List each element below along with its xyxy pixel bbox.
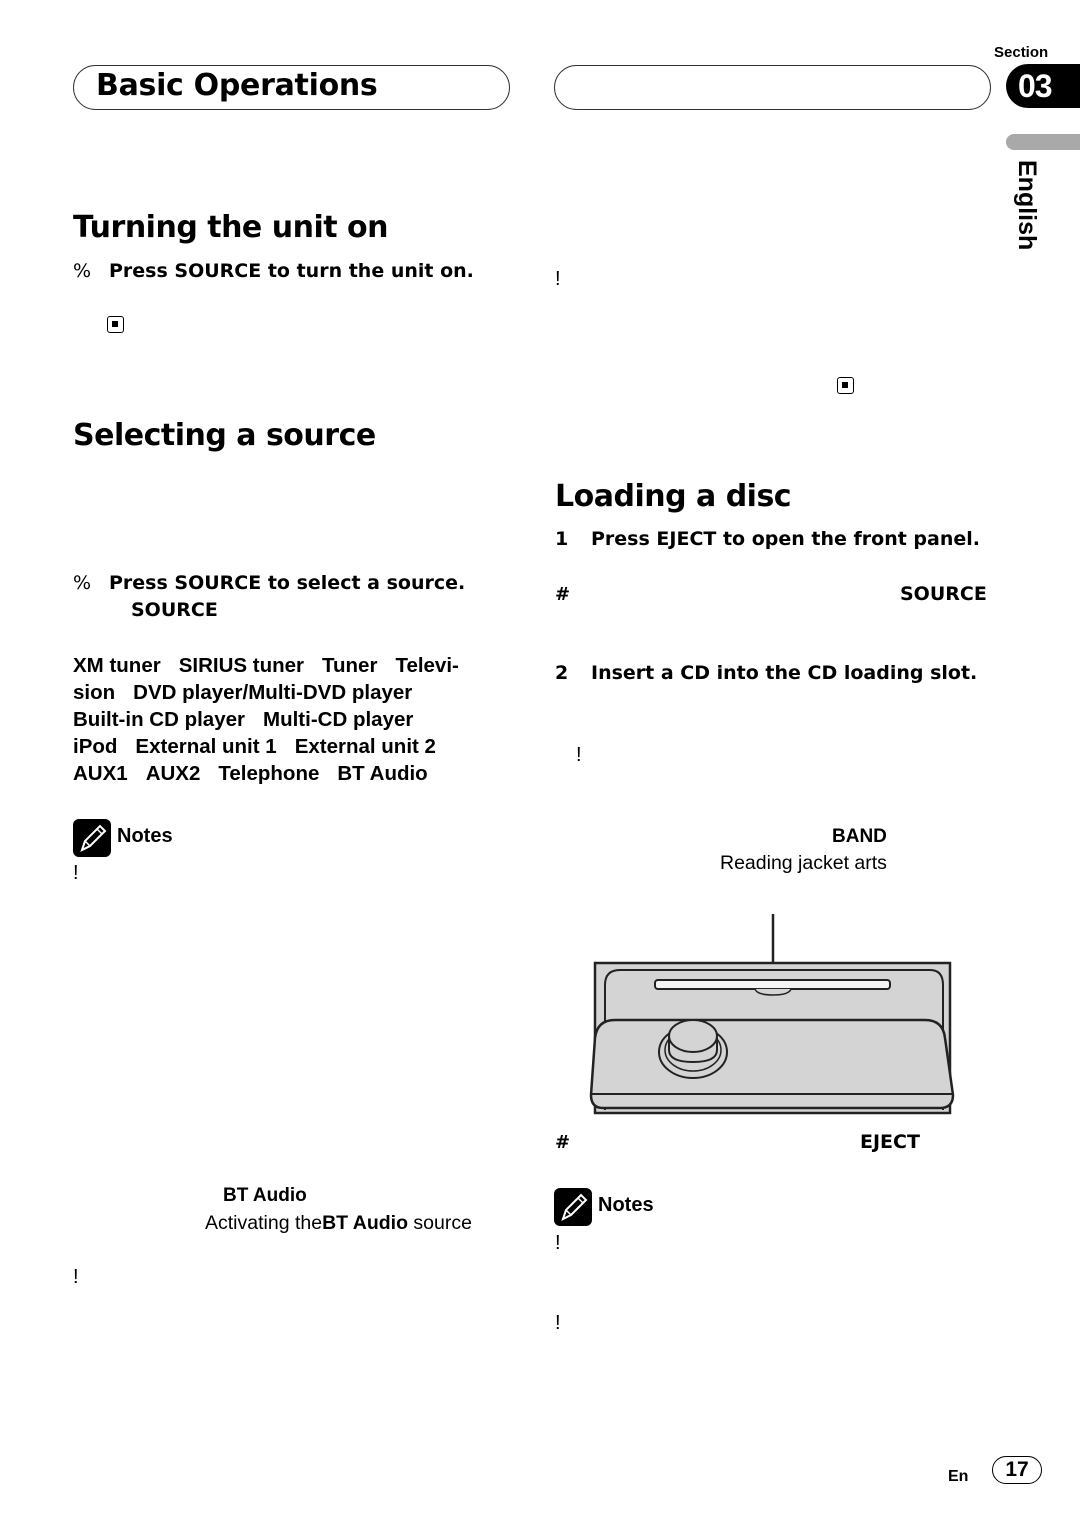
source-list: XM tuner SIRIUS tuner Tuner Televi- sion DVD… [73,652,513,787]
source-item: BT Audio [337,762,428,785]
source-item: External unit 2 [294,735,436,758]
language-bar [1006,134,1080,150]
end-of-section-icon [107,316,124,333]
source-item: sion [73,681,116,704]
note-bullet: ! [576,744,582,766]
ref-prefix: Activating the [205,1212,323,1234]
source-item: AUX1 [73,762,128,785]
turning-on-step: % Press SOURCE to turn the unit on. [73,260,474,282]
bt-audio-keyword: BT Audio [223,1185,307,1206]
language-tab: English [1013,160,1041,251]
step-marker: % [73,260,92,282]
step-marker: % [73,572,92,594]
step-text: Insert a CD into the CD loading slot. [591,662,978,684]
band-keyword: BAND [832,826,887,847]
source-item: iPod [73,735,118,758]
cd-slot-illustration [589,914,955,1115]
footer-language: En [948,1468,969,1485]
source-item: Televi- [395,654,459,677]
hash-marker: # [555,1132,571,1153]
source-item: Built-in CD player [73,708,245,731]
source-item: Telephone [218,762,320,785]
source-item: Multi-CD player [263,708,414,731]
notes-pencil-icon [73,819,111,857]
source-item: External unit 1 [135,735,277,758]
end-of-section-icon [837,377,854,394]
ref-keyword: BT Audio [322,1212,408,1234]
chapter-title: Basic Operations [96,68,378,103]
empty-header-frame [554,65,991,110]
step-text: Press SOURCE to select a source. [109,572,466,594]
cross-reference: Activating theBT Audio source [205,1212,472,1235]
source-item: SIRIUS tuner [178,654,304,677]
turning-on-heading: Turning the unit on [73,210,388,245]
step-number: 2 [555,662,569,684]
note-bullet: ! [73,1266,79,1288]
note-bullet: ! [555,268,561,290]
selecting-source-heading: Selecting a source [73,418,376,453]
loading-step-2: 2 Insert a CD into the CD loading slot. [555,662,977,684]
loading-step-1: 1 Press EJECT to open the front panel. [555,528,980,550]
ref-suffix: source [413,1212,472,1234]
selecting-source-step: % Press SOURCE to select a source. [73,572,465,594]
source-item: Tuner [322,654,378,677]
notes-label: Notes [117,825,173,847]
source-item: AUX2 [145,762,201,785]
section-label: Section [994,44,1049,61]
source-keyword: SOURCE [131,599,218,621]
notes-pencil-icon [554,1188,592,1226]
notes-label: Notes [598,1194,654,1216]
source-item: DVD player/Multi-DVD player [133,681,413,704]
source-item: XM tuner [73,654,161,677]
page-number: 17 [992,1456,1042,1484]
hash-marker: # [555,584,571,605]
loading-disc-heading: Loading a disc [555,479,792,514]
cross-reference: Reading jacket arts [720,852,887,874]
section-number-tab: 03 [1006,64,1080,108]
slot-tab [754,988,792,996]
step-text: Press EJECT to open the front panel. [591,528,980,550]
note-bullet: ! [555,1312,561,1334]
note-bullet: ! [555,1232,561,1254]
cd-slot [654,979,891,990]
note-bullet: ! [73,862,79,884]
step-text: Press SOURCE to turn the unit on. [109,260,474,282]
eject-keyword: EJECT [860,1131,920,1153]
source-keyword: SOURCE [900,583,987,605]
step-number: 1 [555,528,569,550]
